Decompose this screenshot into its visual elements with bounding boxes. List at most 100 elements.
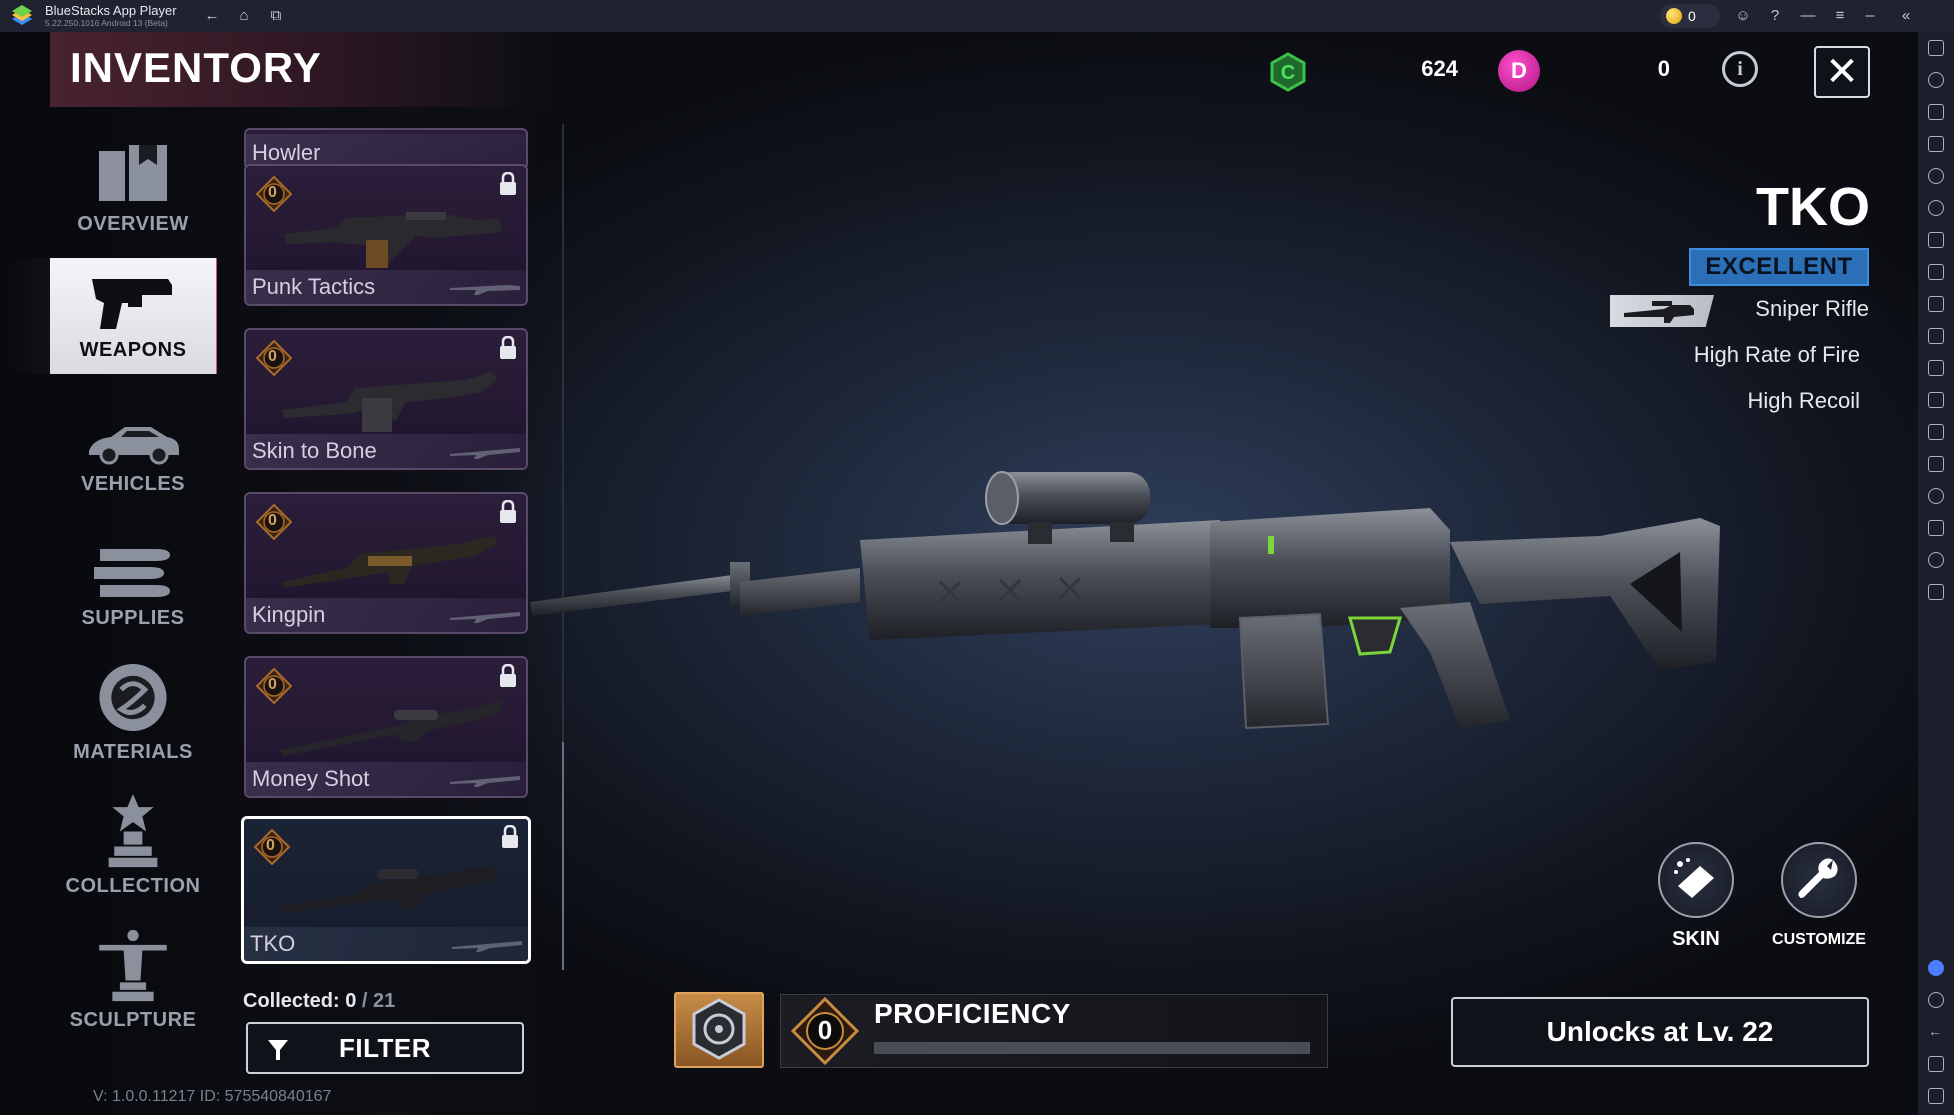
weapon-card-punk-tactics[interactable]: 0 Punk Tactics (244, 164, 528, 306)
eco-icon[interactable] (1928, 456, 1944, 472)
sync-icon[interactable] (1928, 200, 1944, 216)
nav-supplies[interactable]: SUPPLIES (50, 526, 216, 642)
lock-icon (502, 825, 518, 848)
account-icon[interactable]: ☺ (1733, 6, 1753, 26)
lock-icon (500, 500, 516, 523)
lock-icon (500, 664, 516, 687)
collected-label: Collected: (243, 990, 346, 1012)
mini-gun-icon (452, 941, 522, 952)
volume-icon[interactable] (1928, 72, 1944, 88)
help-icon[interactable]: ? (1765, 6, 1785, 26)
filter-button[interactable]: FILTER (246, 1022, 524, 1074)
home-side-icon[interactable] (1928, 1056, 1944, 1072)
unlock-button[interactable]: Unlocks at Lv. 22 (1451, 997, 1869, 1067)
proficiency-emblem[interactable] (674, 992, 764, 1068)
spray-paint-icon (1674, 858, 1714, 898)
nav-collection[interactable]: COLLECTION (50, 794, 216, 910)
keyboard-icon[interactable] (1928, 136, 1944, 152)
proficiency-title: PROFICIENCY (874, 998, 1071, 1029)
weapon-card-name: Kingpin (252, 602, 326, 627)
location-icon[interactable] (1928, 488, 1944, 504)
overview-icon (99, 145, 167, 201)
proficiency-target-icon (692, 998, 746, 1060)
layers-icon[interactable] (1928, 520, 1944, 536)
coin-icon (1666, 8, 1682, 24)
collected-counter: Collected: 0 / 21 (243, 990, 396, 1012)
weapon-card-money-shot[interactable]: 0 Money Shot (244, 656, 528, 798)
mini-gun-icon (450, 776, 520, 787)
game-viewport: INVENTORY C 624 D 0 i ✕ OVERVIEW WEAPONS (0, 32, 1918, 1115)
collected-count: 0 (345, 990, 357, 1012)
sidebar-toggle-icon[interactable] (1928, 584, 1944, 600)
app-version: 5.22.250.1016 Android 13 (Beta) (45, 18, 168, 28)
app-title: BlueStacks App Player (45, 3, 177, 18)
back-arrow-icon[interactable]: ← (202, 6, 222, 26)
materials-icon (99, 663, 167, 732)
weapon-name: TKO (1756, 177, 1870, 237)
weapon-card-name: Money Shot (252, 766, 370, 791)
add-icon[interactable] (1928, 960, 1944, 976)
home-icon[interactable]: ⌂ (234, 6, 254, 26)
info-button[interactable]: i (1722, 51, 1758, 87)
nav-weapons-label: WEAPONS (79, 339, 187, 361)
menu-icon[interactable]: ≡ (1830, 6, 1850, 26)
wrench-icon (1798, 858, 1838, 898)
customize-button[interactable] (1781, 842, 1857, 918)
airplane-icon[interactable] (1928, 392, 1944, 408)
trait-fire-rate: High Rate of Fire (1693, 342, 1860, 367)
media-icon[interactable] (1928, 104, 1944, 120)
screenshot-icon[interactable] (1928, 296, 1944, 312)
filter-label: FILTER (338, 1032, 432, 1063)
coins-pill[interactable]: 0 (1660, 4, 1720, 28)
multi-window-icon[interactable]: ⧉ (266, 6, 286, 26)
weapon-card-name: Skin to Bone (252, 438, 377, 463)
minimize-icon[interactable]: — (1798, 6, 1818, 26)
mini-gun-icon (450, 448, 520, 459)
performance-icon[interactable] (1928, 264, 1944, 280)
nav-weapons[interactable]: WEAPONS (50, 258, 216, 374)
close-window-icon[interactable] (1860, 6, 1880, 26)
nav-overview[interactable]: OVERVIEW (50, 132, 216, 248)
page-title: INVENTORY (70, 44, 322, 91)
nav-sculpture[interactable]: SCULPTURE (50, 928, 216, 1044)
sniper-icon (280, 700, 502, 756)
gamepad-icon[interactable] (1928, 232, 1944, 248)
weapon-card-kingpin[interactable]: 0 Kingpin (244, 492, 528, 634)
collapse-sidebar-icon[interactable]: « (1896, 6, 1916, 26)
nav-materials-label: MATERIALS (73, 741, 193, 763)
nav-materials[interactable]: MATERIALS (50, 660, 216, 776)
clock-icon[interactable] (1928, 552, 1944, 568)
bluestacks-logo-icon (12, 5, 32, 25)
skin-button[interactable] (1658, 842, 1734, 918)
fullscreen-icon[interactable] (1928, 40, 1944, 56)
weapon-card-name: TKO (250, 931, 296, 956)
weapon-card-tko[interactable]: 0 TKO (241, 816, 531, 964)
ammo-icon (94, 549, 170, 597)
back-icon[interactable]: ← (1928, 1024, 1944, 1040)
machine-gun-icon (282, 372, 498, 432)
nav-vehicles[interactable]: VEHICLES (50, 392, 216, 508)
record-icon[interactable] (1928, 328, 1944, 344)
gallery-icon[interactable] (1928, 360, 1944, 376)
customize-label: CUSTOMIZE (1772, 931, 1866, 948)
sniper-icon (278, 865, 498, 913)
settings-icon[interactable] (1928, 992, 1944, 1008)
coins-value: 0 (1688, 8, 1696, 24)
macro-icon[interactable] (1928, 168, 1944, 184)
close-button[interactable]: ✕ (1814, 46, 1870, 98)
list-scrollbar-thumb[interactable] (562, 742, 564, 970)
version-id: V: 1.0.0.11217 ID: 575540840167 (93, 1088, 332, 1105)
recents-icon[interactable] (1928, 1088, 1944, 1104)
weapon-type: Sniper Rifle (1755, 296, 1869, 321)
trait-recoil: High Recoil (1747, 388, 1861, 413)
rifle-icon (284, 212, 502, 268)
resize-icon[interactable] (1928, 424, 1944, 440)
nav-collection-label: COLLECTION (65, 875, 201, 897)
bluestacks-titlebar: BlueStacks App Player 5.22.250.1016 Andr… (0, 0, 1954, 32)
weapon-card-skin-to-bone[interactable]: 0 Skin to Bone (244, 328, 528, 470)
premium-currency-icon: D (1498, 50, 1540, 92)
nav-sculpture-label: SCULPTURE (69, 1009, 197, 1031)
collected-total: 21 (373, 990, 396, 1012)
statue-icon (99, 929, 167, 1002)
mini-gun-icon (450, 285, 520, 295)
